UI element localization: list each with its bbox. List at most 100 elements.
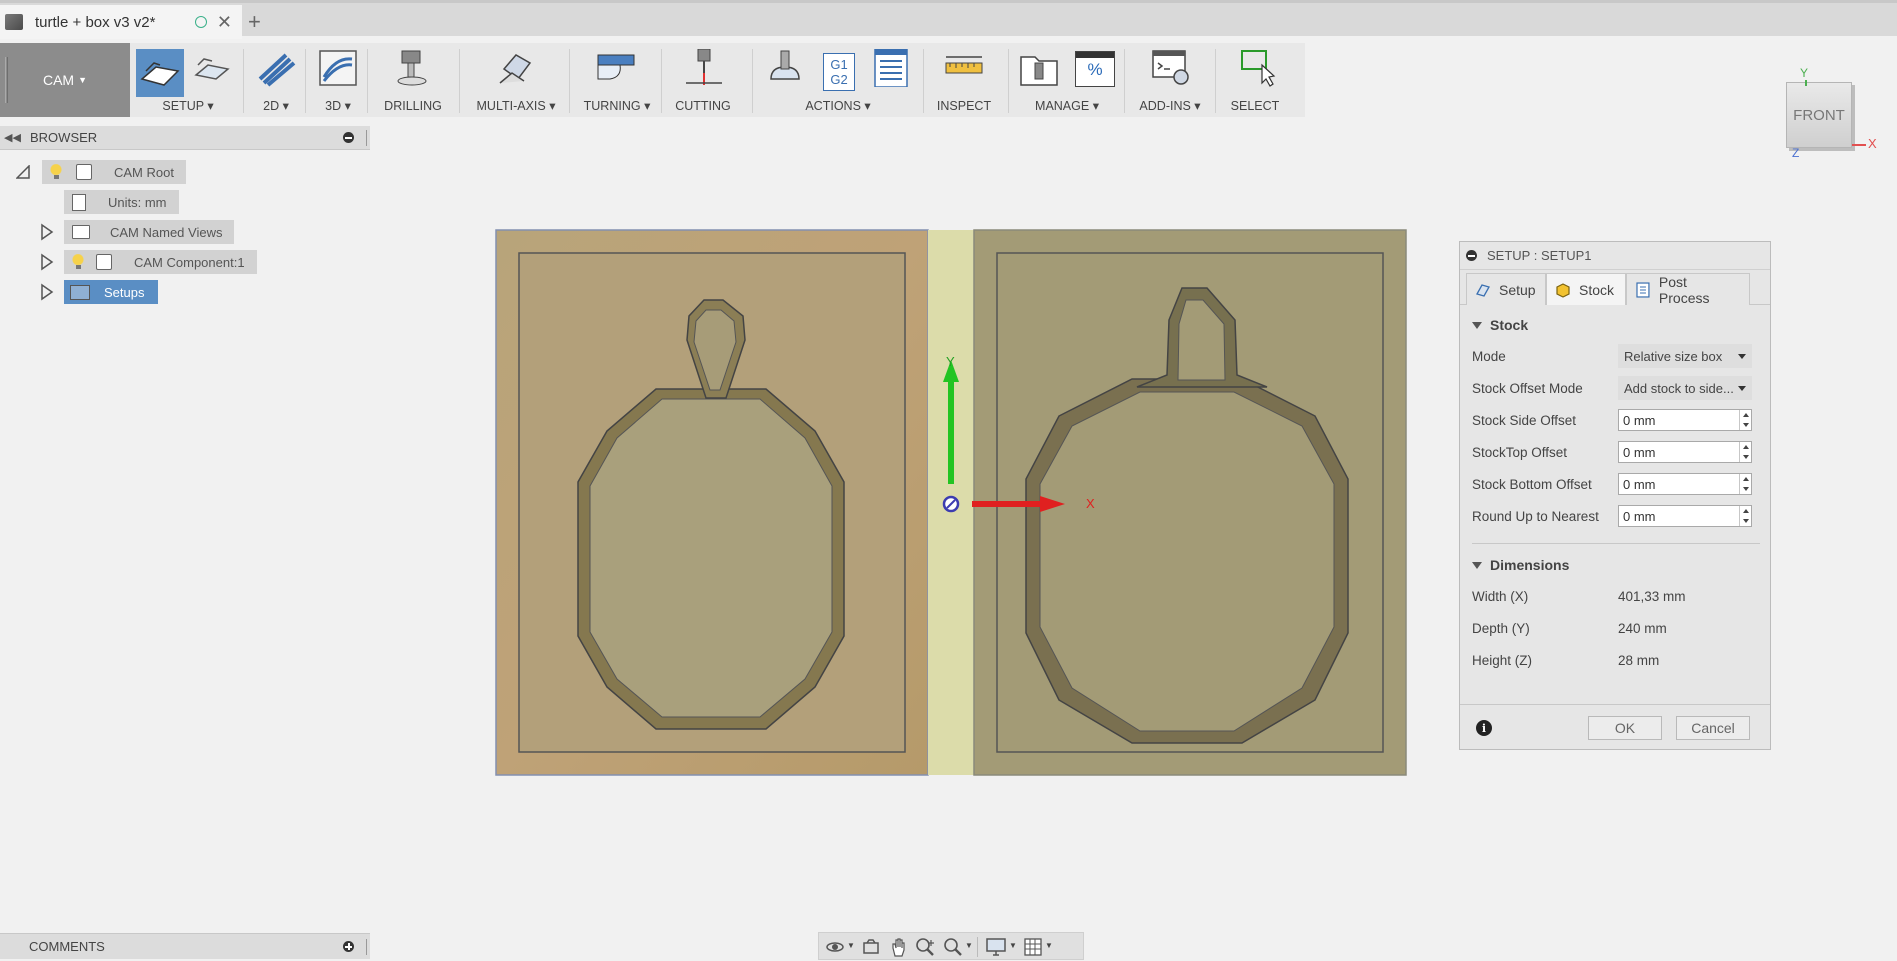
drilling-group[interactable]: DRILLING [372, 43, 454, 117]
tab-setup[interactable]: Setup [1466, 273, 1546, 305]
spinner-arrows-icon[interactable] [1739, 506, 1751, 526]
browser-resize-handle[interactable] [366, 129, 368, 146]
bottom-offset-input[interactable]: 0 mm [1618, 473, 1752, 495]
depth-label: Depth (Y) [1472, 620, 1530, 636]
select-group[interactable]: SELECT [1220, 43, 1290, 117]
document-tab[interactable]: turtle + box v3 v2* ✕ [0, 5, 242, 39]
model-viewport[interactable]: Y X [480, 220, 1420, 780]
actions-group[interactable]: G1 G2 ACTIONS ▾ [757, 43, 919, 117]
units-node[interactable]: Units: mm [64, 190, 179, 214]
pan-icon[interactable] [889, 936, 909, 958]
manage-group[interactable]: % MANAGE ▾ [1013, 43, 1121, 117]
tree-item-cam-root[interactable]: CAM Root [16, 160, 186, 184]
offset-mode-select[interactable]: Add stock to side... [1618, 376, 1752, 400]
chevron-down-icon[interactable]: ▼ [847, 941, 855, 950]
orbit-icon[interactable] [825, 937, 845, 957]
document-title: turtle + box v3 v2* [35, 13, 156, 31]
visibility-bulb-icon[interactable] [72, 254, 84, 270]
simulate-icon [770, 50, 800, 80]
dimensions-section-header[interactable]: Dimensions [1472, 557, 1569, 573]
spinner-arrows-icon[interactable] [1739, 410, 1751, 430]
display-settings-icon[interactable] [985, 937, 1007, 957]
collapse-browser-icon[interactable]: ◀◀ [4, 131, 24, 144]
grid-settings-icon[interactable] [1023, 937, 1043, 957]
multiaxis-group[interactable]: MULTI-AXIS ▾ [464, 43, 568, 117]
tab-stock[interactable]: Stock [1546, 273, 1626, 305]
top-offset-input[interactable]: 0 mm [1618, 441, 1752, 463]
tree-item-label: CAM Root [114, 164, 174, 180]
workspace-switcher[interactable]: CAM ▼ [0, 43, 130, 117]
drilling-group-label: DRILLING [384, 99, 442, 113]
info-icon[interactable]: i [1476, 720, 1492, 736]
setup-group[interactable]: SETUP ▾ [134, 43, 242, 117]
collapsed-icon[interactable] [40, 253, 54, 271]
percent-text: % [1087, 60, 1103, 79]
addins-group[interactable]: ADD-INS ▾ [1129, 43, 1211, 117]
chevron-down-icon[interactable]: ▼ [1045, 941, 1053, 950]
add-comment-icon[interactable] [343, 941, 354, 952]
viewcube-x-axis [1852, 144, 1866, 146]
side-offset-input[interactable]: 0 mm [1618, 409, 1752, 431]
chevron-down-icon[interactable]: ▼ [965, 941, 973, 950]
toolbar-separator [923, 49, 924, 113]
side-offset-label: Stock Side Offset [1472, 412, 1577, 428]
tree-item-setups[interactable]: Setups [40, 280, 159, 304]
drilling-icon [397, 50, 427, 86]
named-views-node[interactable]: CAM Named Views [64, 220, 235, 244]
fit-icon[interactable] [943, 937, 963, 957]
viewcube-front-face[interactable]: FRONT [1786, 82, 1852, 148]
cam-root-node[interactable]: CAM Root [42, 160, 186, 184]
turning-group[interactable]: TURNING ▾ [574, 43, 660, 117]
ok-button[interactable]: OK [1588, 716, 1662, 740]
toolbar-separator [752, 49, 753, 113]
look-at-icon[interactable] [861, 937, 881, 957]
expanded-icon[interactable] [16, 165, 30, 179]
mode-label: Mode [1472, 348, 1506, 364]
cancel-button[interactable]: Cancel [1676, 716, 1750, 740]
setups-node[interactable]: Setups [64, 280, 159, 304]
mode-row: Mode Relative size box [1472, 343, 1762, 369]
tree-item-named-views[interactable]: CAM Named Views [40, 220, 235, 244]
2d-group[interactable]: 2D ▾ [248, 43, 304, 117]
toolbar-grip[interactable] [5, 57, 8, 103]
toolbar-separator [459, 49, 460, 113]
tree-item-units[interactable]: Units: mm [64, 190, 179, 214]
spinner-arrows-icon[interactable] [1739, 474, 1751, 494]
round-up-input[interactable]: 0 mm [1618, 505, 1752, 527]
mode-select[interactable]: Relative size box [1618, 344, 1752, 368]
footer-divider [1460, 704, 1770, 705]
scripts-addins-icon [1152, 50, 1189, 85]
post-process-tab-icon [1636, 281, 1650, 298]
component-node[interactable]: CAM Component:1 [64, 250, 257, 274]
visibility-bulb-icon[interactable] [50, 164, 62, 180]
tree-item-component[interactable]: CAM Component:1 [40, 250, 257, 274]
viewcube-y-label: Y [1800, 66, 1809, 80]
inspect-group[interactable]: INSPECT [928, 43, 1000, 117]
chevron-down-icon[interactable]: ▼ [1009, 941, 1017, 950]
ribbon-toolbar: CAM ▼ SETUP ▾ 2D ▾ 3D ▾ DRILLING MULTI-A… [0, 43, 1305, 117]
zoom-icon[interactable] [915, 937, 937, 957]
minimize-browser-icon[interactable] [343, 132, 354, 143]
collapse-dialog-icon[interactable] [1466, 250, 1477, 261]
turning-group-label: TURNING ▾ [583, 99, 651, 113]
spinner-arrows-icon[interactable] [1739, 442, 1751, 462]
tab-label: Stock [1579, 281, 1615, 298]
tab-label: Setup [1499, 281, 1536, 298]
new-tab-button[interactable]: + [248, 9, 261, 35]
viewcube-x-label: X [1868, 136, 1877, 151]
3d-group[interactable]: 3D ▾ [310, 43, 366, 117]
comments-title: COMMENTS [29, 939, 105, 954]
toolbar-separator [305, 49, 306, 113]
comments-resize-handle[interactable] [366, 938, 368, 955]
stock-section-header[interactable]: Stock [1472, 317, 1528, 333]
tab-post-process[interactable]: Post Process [1626, 273, 1750, 306]
inspect-group-label: INSPECT [936, 99, 992, 113]
dialog-header[interactable]: SETUP : SETUP1 [1460, 242, 1770, 270]
g2-text: G2 [830, 72, 848, 87]
collapsed-icon[interactable] [40, 283, 54, 301]
close-tab-icon[interactable]: ✕ [217, 13, 232, 31]
tool-library-icon [1020, 56, 1058, 86]
cutting-group[interactable]: CUTTING [666, 43, 740, 117]
manage-group-label: MANAGE ▾ [1035, 99, 1099, 113]
collapsed-icon[interactable] [40, 223, 54, 241]
